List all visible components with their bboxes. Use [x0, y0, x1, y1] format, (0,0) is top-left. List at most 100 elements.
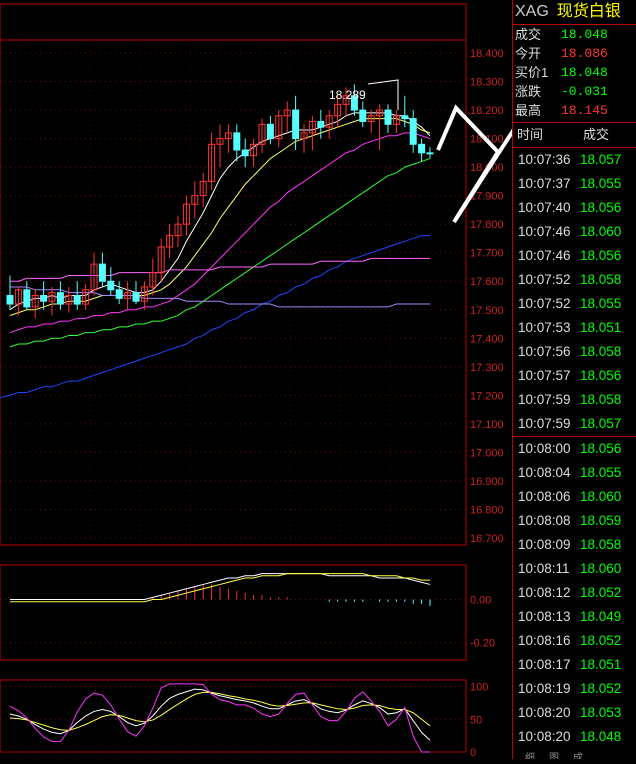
ticks-list[interactable]: 10:07:36 18.057 10:07:37 18.055 10:07:40 18.0…: [513, 148, 636, 749]
candle-body: [409, 118, 417, 145]
tick-row[interactable]: 10:08:13 18.049: [513, 605, 636, 629]
quote-row: 成交 18.048: [515, 25, 636, 44]
tick-price: 18.059: [580, 513, 622, 528]
quote-panel: XAG 现货白银 成交 18.048 今开 18.086 买价1 18.048 涨跌 -0.03…: [512, 0, 636, 759]
y-tick-label: 17.100: [470, 419, 504, 431]
quote-label: 今开: [515, 46, 542, 61]
tick-price: 18.058: [580, 537, 622, 552]
quote-row: 今开 18.086: [515, 44, 636, 63]
tick-row[interactable]: 10:08:04 18.055: [513, 461, 636, 485]
tick-price: 18.051: [580, 657, 622, 672]
tick-price: 18.056: [580, 368, 622, 383]
quote-row: 最高 18.145: [515, 101, 636, 120]
candle-body: [98, 263, 106, 282]
tick-row[interactable]: 10:07:40 18.056: [513, 196, 636, 220]
y-tick-label: 17.300: [470, 362, 504, 374]
tick-time: 10:08:00: [518, 441, 571, 456]
y-tick-label: 17.500: [470, 305, 504, 317]
instrument-header: XAG 现货白银: [513, 0, 636, 25]
candle-body: [317, 120, 325, 128]
candle-body: [6, 295, 14, 305]
bottom-tab[interactable]: 成: [573, 749, 583, 759]
tick-time: 10:08:20: [518, 729, 571, 744]
kdj-tick-label: 50: [470, 714, 482, 726]
macd-tick-label: -0.20: [470, 638, 495, 650]
candle-body: [56, 292, 64, 305]
candle-body: [359, 109, 367, 122]
tick-price: 18.058: [580, 272, 622, 287]
quote-box: 成交 18.048 今开 18.086 买价1 18.048 涨跌 -0.031 最高 18.14…: [513, 25, 636, 120]
tick-time: 10:08:04: [518, 465, 571, 480]
ticks-header-time: 时间: [517, 127, 544, 142]
y-tick-label: 17.800: [470, 219, 504, 231]
tick-time: 10:07:46: [518, 224, 571, 239]
quote-label: 成交: [515, 27, 542, 42]
tick-price: 18.060: [580, 489, 622, 504]
candle-body: [241, 149, 249, 157]
tick-row[interactable]: 10:07:57 18.056: [513, 364, 636, 388]
y-tick-label: 17.400: [470, 333, 504, 345]
tick-row[interactable]: 10:08:20 18.053: [513, 701, 636, 725]
tick-row[interactable]: 10:08:00 18.056: [513, 437, 636, 461]
ma-line: [10, 257, 430, 282]
tick-time: 10:07:40: [518, 200, 571, 215]
tick-time: 10:08:11: [518, 561, 570, 576]
candle-body: [107, 280, 115, 291]
kdj-tick-label: 0: [470, 747, 476, 759]
tick-row[interactable]: 10:07:59 18.058: [513, 388, 636, 412]
tick-price: 18.056: [580, 200, 622, 215]
main-frame: [0, 3, 467, 546]
tick-row[interactable]: 10:07:52 18.055: [513, 292, 636, 316]
tick-time: 10:07:59: [518, 416, 571, 431]
tick-row[interactable]: 10:07:36 18.057: [513, 148, 636, 172]
tick-time: 10:07:59: [518, 392, 571, 407]
tick-row[interactable]: 10:08:20 18.048: [513, 725, 636, 749]
tick-row[interactable]: 10:07:52 18.058: [513, 268, 636, 292]
tick-row[interactable]: 10:08:06 18.060: [513, 485, 636, 509]
candle-body: [426, 152, 434, 155]
tick-row[interactable]: 10:08:12 18.052: [513, 581, 636, 605]
tick-time: 10:07:36: [518, 152, 571, 167]
tick-row[interactable]: 10:07:56 18.058: [513, 340, 636, 364]
tick-time: 10:07:52: [518, 296, 571, 311]
tick-row[interactable]: 10:08:08 18.059: [513, 509, 636, 533]
quote-label: 涨跌: [515, 84, 542, 99]
tick-row[interactable]: 10:07:46 18.060: [513, 220, 636, 244]
y-tick-label: 18.400: [470, 48, 504, 60]
candle-body: [23, 289, 31, 308]
tick-row[interactable]: 10:07:37 18.055: [513, 172, 636, 196]
y-tick-label: 17.000: [470, 447, 504, 459]
y-tick-label: 16.800: [470, 504, 504, 516]
tick-time: 10:07:53: [518, 320, 571, 335]
tick-price: 18.057: [580, 416, 622, 431]
quote-value: -0.031: [561, 84, 608, 99]
bottom-tab[interactable]: 细: [525, 749, 535, 759]
tick-price: 18.060: [580, 224, 622, 239]
tick-price: 18.053: [580, 705, 622, 720]
instrument-symbol: XAG: [515, 3, 549, 20]
tick-row[interactable]: 10:07:46 18.056: [513, 244, 636, 268]
tick-row[interactable]: 10:08:19 18.052: [513, 677, 636, 701]
kdj-frame: [0, 679, 467, 753]
y-tick-label: 17.200: [470, 390, 504, 402]
tick-row[interactable]: 10:07:59 18.057: [513, 412, 636, 436]
macd-frame: [0, 564, 467, 661]
chart-area[interactable]: 18.400 18.300 18.200 18.100 18.000 17.900 17.8…: [0, 0, 636, 759]
tick-price: 18.051: [580, 320, 622, 335]
tick-time: 10:08:09: [518, 537, 571, 552]
tick-row[interactable]: 10:08:16 18.052: [513, 629, 636, 653]
candle-body: [132, 292, 140, 302]
tick-price: 18.058: [580, 392, 622, 407]
tick-price: 18.055: [580, 465, 622, 480]
y-tick-label: 16.900: [470, 476, 504, 488]
tick-price: 18.052: [580, 681, 622, 696]
tick-row[interactable]: 10:08:11 18.060: [513, 557, 636, 581]
bottom-tabs[interactable]: 细图成: [513, 749, 636, 759]
tick-row[interactable]: 10:08:17 18.051: [513, 653, 636, 677]
tick-time: 10:08:06: [518, 489, 571, 504]
tick-price: 18.049: [580, 609, 622, 624]
tick-row[interactable]: 10:08:09 18.058: [513, 533, 636, 557]
bottom-tab[interactable]: 图: [549, 749, 559, 759]
candle-body: [292, 109, 300, 140]
tick-row[interactable]: 10:07:53 18.051: [513, 316, 636, 340]
